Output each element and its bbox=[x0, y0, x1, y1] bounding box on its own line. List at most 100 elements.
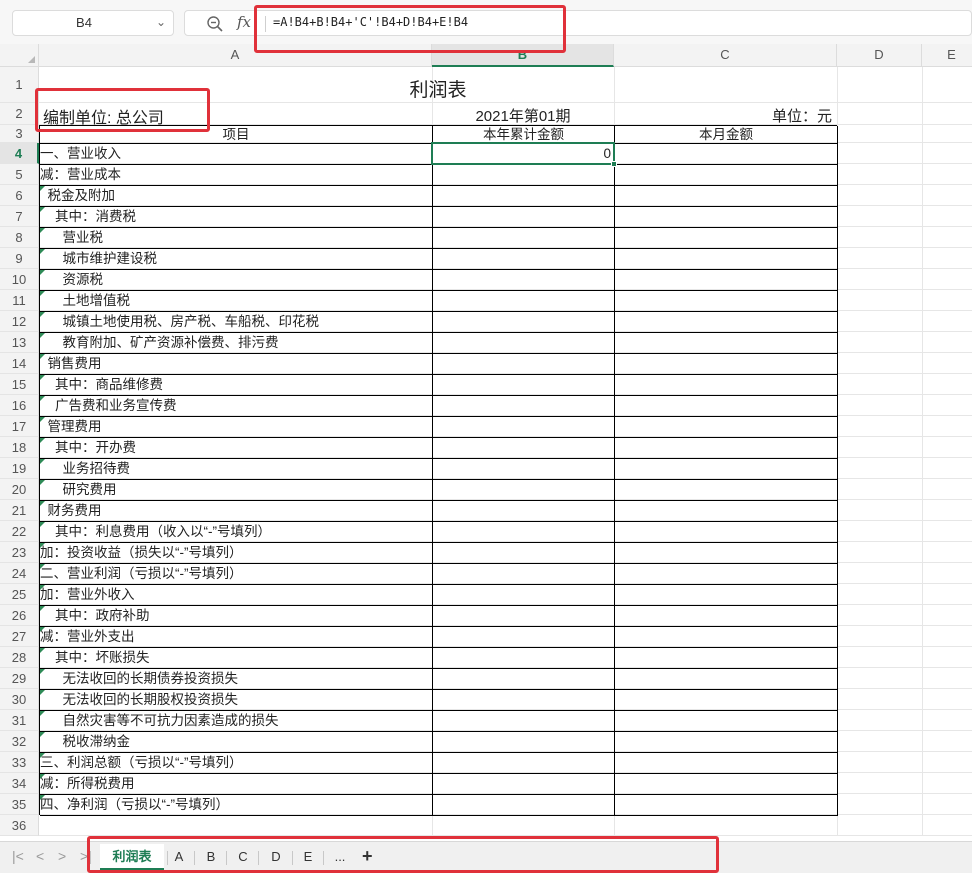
ytd-cell[interactable] bbox=[433, 522, 615, 543]
row-header-23[interactable]: 23 bbox=[0, 542, 39, 563]
row-header-11[interactable]: 11 bbox=[0, 290, 39, 311]
month-cell[interactable] bbox=[615, 585, 838, 606]
item-cell[interactable]: 其中：消费税 bbox=[40, 207, 433, 228]
item-cell[interactable]: 其中：商品维修费 bbox=[40, 375, 433, 396]
row-header-8[interactable]: 8 bbox=[0, 227, 39, 248]
row-header-6[interactable]: 6 bbox=[0, 185, 39, 206]
row-header-28[interactable]: 28 bbox=[0, 647, 39, 668]
item-cell[interactable]: 城镇土地使用税、房产税、车船税、印花税 bbox=[40, 312, 433, 333]
row-header-31[interactable]: 31 bbox=[0, 710, 39, 731]
ytd-cell[interactable] bbox=[433, 795, 615, 816]
item-cell[interactable]: 减：营业成本 bbox=[40, 165, 433, 186]
ytd-cell[interactable] bbox=[433, 690, 615, 711]
sheet-tab-e[interactable]: E bbox=[296, 844, 320, 870]
formula-input[interactable]: fx =A!B4+B!B4+'C'!B4+D!B4+E!B4 bbox=[184, 10, 972, 36]
row-header-30[interactable]: 30 bbox=[0, 689, 39, 710]
row-header-10[interactable]: 10 bbox=[0, 269, 39, 290]
row-header-25[interactable]: 25 bbox=[0, 584, 39, 605]
item-cell[interactable]: 其中：坏账损失 bbox=[40, 648, 433, 669]
ytd-cell[interactable] bbox=[433, 396, 615, 417]
month-cell[interactable] bbox=[615, 774, 838, 795]
row-header-27[interactable]: 27 bbox=[0, 626, 39, 647]
ytd-cell[interactable] bbox=[433, 375, 615, 396]
ytd-cell[interactable] bbox=[433, 333, 615, 354]
ytd-cell[interactable] bbox=[433, 228, 615, 249]
row-header-4[interactable]: 4 bbox=[0, 143, 39, 164]
item-cell[interactable]: 一、营业收入 bbox=[40, 144, 433, 165]
row-header-9[interactable]: 9 bbox=[0, 248, 39, 269]
next-sheet-icon[interactable]: > bbox=[58, 848, 66, 864]
chevron-down-icon[interactable]: ⌄ bbox=[156, 15, 166, 29]
ytd-cell[interactable] bbox=[433, 732, 615, 753]
ytd-cell[interactable] bbox=[433, 669, 615, 690]
row-header-16[interactable]: 16 bbox=[0, 395, 39, 416]
month-cell[interactable] bbox=[615, 417, 838, 438]
sheet-tab-a[interactable]: A bbox=[167, 844, 191, 870]
ytd-cell[interactable] bbox=[433, 459, 615, 480]
zoom-out-icon[interactable] bbox=[205, 14, 225, 34]
month-cell[interactable] bbox=[615, 207, 838, 228]
item-cell[interactable]: 土地增值税 bbox=[40, 291, 433, 312]
ytd-cell[interactable] bbox=[433, 564, 615, 585]
sheet-tab-b[interactable]: B bbox=[199, 844, 223, 870]
row-header-36[interactable]: 36 bbox=[0, 815, 39, 836]
first-sheet-icon[interactable]: |< bbox=[12, 848, 24, 864]
month-cell[interactable] bbox=[615, 753, 838, 774]
month-cell[interactable] bbox=[615, 228, 838, 249]
month-cell[interactable] bbox=[615, 396, 838, 417]
row-header-15[interactable]: 15 bbox=[0, 374, 39, 395]
row-header-18[interactable]: 18 bbox=[0, 437, 39, 458]
month-cell[interactable] bbox=[615, 501, 838, 522]
row-header-19[interactable]: 19 bbox=[0, 458, 39, 479]
ytd-cell[interactable] bbox=[433, 627, 615, 648]
ytd-cell[interactable] bbox=[433, 207, 615, 228]
row-header-17[interactable]: 17 bbox=[0, 416, 39, 437]
sheet-tab-income-statement[interactable]: 利润表 bbox=[100, 844, 164, 870]
ytd-cell[interactable] bbox=[433, 270, 615, 291]
column-header-b[interactable]: B bbox=[432, 44, 614, 67]
month-cell[interactable] bbox=[615, 480, 838, 501]
month-cell[interactable] bbox=[615, 249, 838, 270]
ytd-cell[interactable] bbox=[433, 711, 615, 732]
item-cell[interactable]: 减：营业外支出 bbox=[40, 627, 433, 648]
row-header-5[interactable]: 5 bbox=[0, 164, 39, 185]
row-header-20[interactable]: 20 bbox=[0, 479, 39, 500]
ytd-cell[interactable] bbox=[433, 501, 615, 522]
column-header-a[interactable]: A bbox=[39, 44, 432, 67]
column-header-e[interactable]: E bbox=[922, 44, 972, 67]
item-cell[interactable]: 管理费用 bbox=[40, 417, 433, 438]
last-sheet-icon[interactable]: >| bbox=[80, 848, 92, 864]
ytd-cell[interactable] bbox=[433, 354, 615, 375]
item-cell[interactable]: 广告费和业务宣传费 bbox=[40, 396, 433, 417]
item-cell[interactable]: 加：营业外收入 bbox=[40, 585, 433, 606]
row-header-7[interactable]: 7 bbox=[0, 206, 39, 227]
ytd-cell[interactable] bbox=[433, 417, 615, 438]
fx-icon[interactable]: fx bbox=[237, 13, 251, 31]
header-cell[interactable]: 本月金额 bbox=[615, 126, 838, 144]
item-cell[interactable]: 税收滞纳金 bbox=[40, 732, 433, 753]
month-cell[interactable] bbox=[615, 627, 838, 648]
ytd-cell[interactable] bbox=[433, 648, 615, 669]
month-cell[interactable] bbox=[615, 564, 838, 585]
item-cell[interactable]: 财务费用 bbox=[40, 501, 433, 522]
formula-text[interactable]: =A!B4+B!B4+'C'!B4+D!B4+E!B4 bbox=[273, 15, 468, 29]
name-box[interactable]: B4 ⌄ bbox=[12, 10, 174, 36]
row-header-35[interactable]: 35 bbox=[0, 794, 39, 815]
item-cell[interactable]: 其中：利息费用（收入以“-”号填列） bbox=[40, 522, 433, 543]
header-cell[interactable]: 项目 bbox=[40, 126, 433, 144]
ytd-cell[interactable] bbox=[433, 249, 615, 270]
item-cell[interactable]: 业务招待费 bbox=[40, 459, 433, 480]
item-cell[interactable]: 自然灾害等不可抗力因素造成的损失 bbox=[40, 711, 433, 732]
row-header-32[interactable]: 32 bbox=[0, 731, 39, 752]
month-cell[interactable] bbox=[615, 333, 838, 354]
row-header-33[interactable]: 33 bbox=[0, 752, 39, 773]
more-sheets-button[interactable]: ... bbox=[326, 844, 354, 870]
item-cell[interactable]: 营业税 bbox=[40, 228, 433, 249]
ytd-cell[interactable] bbox=[433, 165, 615, 186]
row-header-24[interactable]: 24 bbox=[0, 563, 39, 584]
spreadsheet-grid[interactable]: A B C D E 1 2 3 4 5 6 7 8 9 10 11 12 13 14 15 16 17 18 19 20 21 22… bbox=[0, 44, 972, 841]
row-header-22[interactable]: 22 bbox=[0, 521, 39, 542]
sheet-tab-d[interactable]: D bbox=[263, 844, 289, 870]
month-cell[interactable] bbox=[615, 354, 838, 375]
row-header-29[interactable]: 29 bbox=[0, 668, 39, 689]
